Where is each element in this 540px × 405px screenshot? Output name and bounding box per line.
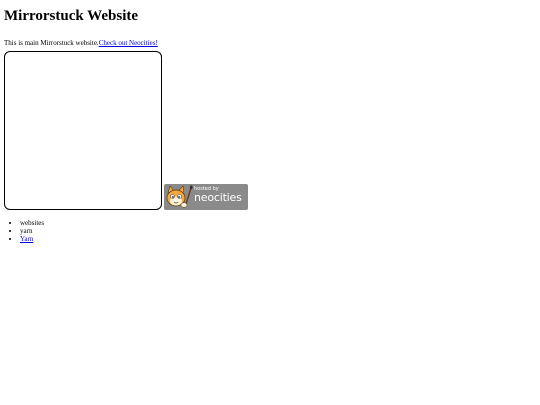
page-title: Mirrorstuck Website <box>4 8 139 24</box>
embedded-frame[interactable] <box>4 51 162 210</box>
neocities-link[interactable]: Check out Neocities! <box>99 39 158 47</box>
media-row: hosted by neocities <box>4 51 534 210</box>
list-item: Yarn <box>20 235 534 243</box>
page-content: Mirrorstuck Website This is main Mirrors… <box>4 0 534 243</box>
list-item: yarn <box>20 227 534 235</box>
intro-text: This is main Mirrorstuck website. <box>4 39 99 47</box>
link-list: websites yarn Yarn <box>4 219 534 243</box>
neocities-cat-icon <box>166 185 193 208</box>
list-item: websites <box>20 219 534 227</box>
list-item-label: yarn <box>20 227 33 235</box>
list-item-link[interactable]: Yarn <box>20 235 33 243</box>
list-item-label: websites <box>20 219 45 227</box>
badge-text: hosted by neocities <box>194 186 242 204</box>
hosted-by-neocities-badge[interactable]: hosted by neocities <box>164 184 248 210</box>
badge-brand-text: neocities <box>194 191 242 204</box>
intro-paragraph: This is main Mirrorstuck website.Check o… <box>4 39 534 48</box>
